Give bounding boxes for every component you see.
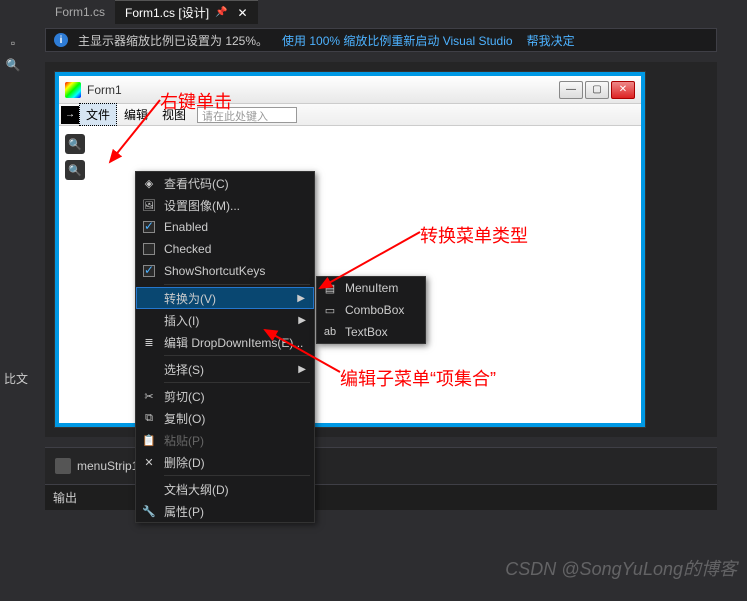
menu-label: Enabled [164,220,208,234]
menu-label: TextBox [345,325,388,339]
wrench-icon: 🔧 [140,502,158,520]
maximize-button[interactable]: ▢ [585,81,609,99]
zoom-in-icon[interactable]: 🔍 [65,134,85,154]
search-icon[interactable]: 🔍 [4,56,22,74]
restart-link[interactable]: 使用 100% 缩放比例重新启动 Visual Studio [282,32,513,49]
zoom-out-icon[interactable]: 🔍 [65,160,85,180]
menu-label: 属性(P) [164,503,204,520]
menu-cut[interactable]: ✂ 剪切(C) [136,385,314,407]
checkbox-icon [140,218,158,236]
menu-properties[interactable]: 🔧 属性(P) [136,500,314,522]
form-title: Form1 [87,83,557,97]
chevron-right-icon: ▶ [297,293,305,304]
notification-message: 主显示器缩放比例已设置为 125%。 [78,32,268,49]
close-icon[interactable]: ✕ [237,6,247,20]
separator [164,284,310,285]
pin-icon[interactable]: 📌 [215,7,227,18]
type-here-placeholder[interactable]: 请在此处键入 [197,107,297,123]
menu-edit-dropdown[interactable]: ≣ 编辑 DropDownItems(E)... [136,331,314,353]
minimize-button[interactable]: — [559,81,583,99]
tab-form1-cs[interactable]: Form1.cs [45,0,115,24]
menu-view[interactable]: 视图 [155,103,193,126]
menustrip-icon [55,458,71,474]
separator [164,382,310,383]
tool-icon[interactable]: ▫ [4,34,22,52]
context-menu: ◈ 查看代码(C) 🖼 设置图像(M)... Enabled Checked Sho… [135,171,315,523]
menu-enabled[interactable]: Enabled [136,216,314,238]
output-label: 输出 [53,491,77,505]
checkbox-icon [140,240,158,258]
help-link[interactable]: 帮我决定 [527,32,575,49]
menu-label: 删除(D) [164,454,205,471]
sidebar-text: 比文 [4,370,28,387]
menu-label: 插入(I) [164,312,199,329]
menu-copy[interactable]: ⧉ 复制(O) [136,407,314,429]
textbox-icon: ab [321,323,339,341]
submenu-textbox[interactable]: ab TextBox [317,321,425,343]
menuitem-icon: ▤ [321,279,339,297]
titlebar: Form1 — ▢ ✕ [59,76,641,104]
paste-icon: 📋 [140,431,158,449]
menu-label: 查看代码(C) [164,175,229,192]
form-icon [65,82,81,98]
checkbox-icon [140,262,158,280]
tab-form1-design[interactable]: Form1.cs [设计] 📌 ✕ [115,0,258,24]
menu-strip[interactable]: → 文件 编辑 视图 请在此处键入 [59,104,641,126]
menu-select[interactable]: 选择(S) ▶ [136,358,314,380]
menu-paste: 📋 粘贴(P) [136,429,314,451]
menu-label: 文档大纲(D) [164,481,229,498]
delete-icon: ✕ [140,453,158,471]
menu-view-code[interactable]: ◈ 查看代码(C) [136,172,314,194]
list-icon: ≣ [140,333,158,351]
chevron-right-icon: ▶ [298,364,306,375]
menu-insert[interactable]: 插入(I) ▶ [136,309,314,331]
separator [164,355,310,356]
menu-label: 设置图像(M)... [164,197,240,214]
menu-label: 粘贴(P) [164,432,204,449]
tray-item-label[interactable]: menuStrip1 [77,459,138,473]
combobox-icon: ▭ [321,301,339,319]
dpi-notification: i 主显示器缩放比例已设置为 125%。 使用 100% 缩放比例重新启动 Vi… [45,28,717,52]
menu-show-shortcut[interactable]: ShowShortcutKeys [136,260,314,282]
code-icon: ◈ [140,174,158,192]
menu-doc-outline[interactable]: 文档大纲(D) [136,478,314,500]
menu-file[interactable]: 文件 [79,103,117,126]
menu-label: ShowShortcutKeys [164,264,265,278]
tab-label: Form1.cs [设计] [125,4,209,21]
image-icon: 🖼 [140,196,158,214]
submenu-menuitem[interactable]: ▤ MenuItem [317,277,425,299]
close-button[interactable]: ✕ [611,81,635,99]
menu-label: ComboBox [345,303,404,317]
menu-label: 选择(S) [164,361,204,378]
menu-label: MenuItem [345,281,398,295]
separator [164,475,310,476]
menu-label: 剪切(C) [164,388,205,405]
watermark: CSDN @SongYuLong的博客 [505,555,737,581]
submenu-combobox[interactable]: ▭ ComboBox [317,299,425,321]
menu-label: 转换为(V) [164,290,216,307]
menu-label: 复制(O) [164,410,205,427]
copy-icon: ⧉ [140,409,158,427]
info-icon: i [54,33,68,47]
cut-icon: ✂ [140,387,158,405]
menu-set-image[interactable]: 🖼 设置图像(M)... [136,194,314,216]
move-left-icon[interactable]: → [61,106,79,124]
chevron-right-icon: ▶ [298,315,306,326]
zoom-tools: 🔍 🔍 [65,134,85,180]
convert-submenu: ▤ MenuItem ▭ ComboBox ab TextBox [316,276,426,344]
left-gutter: ▫ 🔍 [0,30,25,78]
menu-checked[interactable]: Checked [136,238,314,260]
file-tabs: Form1.cs Form1.cs [设计] 📌 ✕ [0,0,747,24]
menu-delete[interactable]: ✕ 删除(D) [136,451,314,473]
menu-label: 编辑 DropDownItems(E)... [164,334,303,351]
menu-label: Checked [164,242,211,256]
menu-edit[interactable]: 编辑 [117,103,155,126]
tab-label: Form1.cs [55,5,105,19]
menu-convert-to[interactable]: 转换为(V) ▶ [136,287,314,309]
